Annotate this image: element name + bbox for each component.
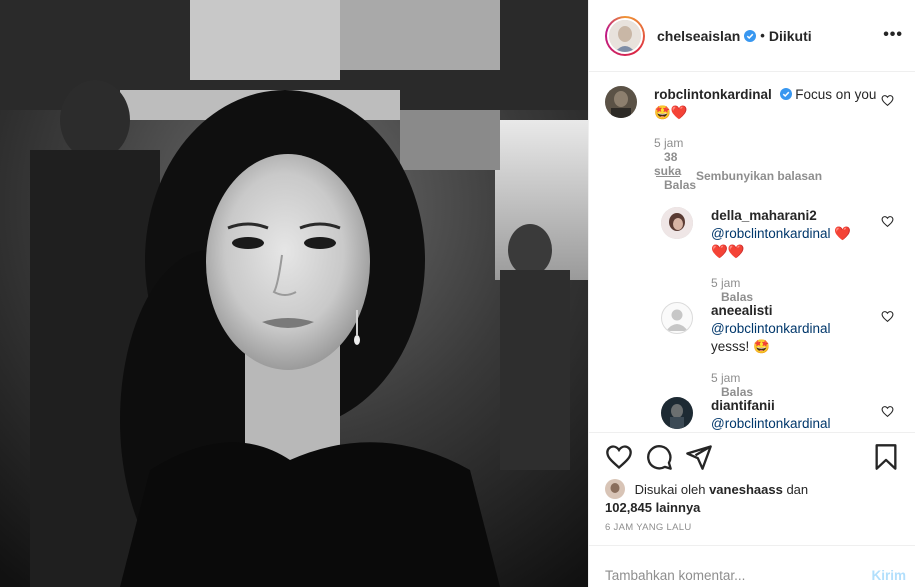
replier-avatar[interactable]: [661, 302, 693, 334]
comment-input[interactable]: Tambahkan komentar...: [605, 568, 745, 583]
add-comment-bar: Tambahkan komentar... Kirim: [589, 545, 915, 587]
comment-time[interactable]: 5 jam: [654, 136, 683, 150]
verified-badge-icon: [779, 88, 792, 100]
likes-middle: dan: [786, 482, 809, 497]
comment-icon[interactable]: [645, 443, 673, 471]
replier-username[interactable]: diantifanii: [711, 398, 775, 413]
likes-count[interactable]: 102,845 lainnya: [605, 500, 700, 515]
replier-avatar[interactable]: [661, 207, 693, 239]
reply-text: ❤️: [834, 226, 852, 241]
reply-time[interactable]: 5 jam: [711, 276, 740, 290]
author-username[interactable]: chelseaislan: [657, 28, 740, 44]
instagram-post: chelseaislan • Diikuti ••• robclintonkar…: [0, 0, 915, 587]
follow-status-button[interactable]: Diikuti: [769, 28, 812, 44]
commenter-avatar-image: [605, 86, 637, 118]
more-options-icon[interactable]: •••: [883, 26, 903, 44]
liker-username[interactable]: vaneshaass: [709, 482, 783, 497]
post-photo[interactable]: [0, 0, 588, 587]
replier-avatar-image: [661, 207, 693, 239]
share-icon[interactable]: [685, 443, 713, 471]
default-avatar-icon: [666, 309, 688, 331]
heart-icon[interactable]: [605, 443, 633, 471]
reply-like-heart-icon[interactable]: [881, 310, 894, 323]
hide-replies-button[interactable]: Sembunyikan balasan: [656, 169, 822, 183]
hide-replies-label: Sembunyikan balasan: [696, 169, 823, 183]
post-timestamp[interactable]: 6 JAM YANG LALU: [605, 522, 692, 533]
reply-like-heart-icon[interactable]: [881, 215, 894, 228]
reply-mention[interactable]: @robclintonkardinal: [711, 416, 831, 431]
comment-emoji: 🤩❤️: [654, 105, 688, 120]
replier-avatar[interactable]: [661, 397, 693, 429]
replier-avatar-image: [661, 397, 693, 429]
comments-section[interactable]: robclintonkardinal Focus on you 🤩❤️ 5 ja…: [589, 72, 915, 432]
commenter-avatar[interactable]: [605, 86, 637, 118]
replier-username[interactable]: aneealisti: [711, 303, 773, 318]
portrait-image: [0, 0, 588, 587]
post-sidebar: chelseaislan • Diikuti ••• robclintonkar…: [588, 0, 915, 587]
liker-avatar[interactable]: [605, 479, 625, 499]
post-comment-button[interactable]: Kirim: [871, 568, 906, 583]
post-header: chelseaislan • Diikuti •••: [589, 0, 915, 72]
action-bar: [589, 432, 915, 482]
comment-like-heart-icon[interactable]: [881, 94, 894, 107]
commenter-username[interactable]: robclintonkardinal: [654, 87, 772, 102]
author-avatar[interactable]: [605, 15, 645, 56]
reply-text-line2: ❤️❤️: [711, 244, 745, 259]
likes-summary: Disukai oleh vaneshaass dan 102,845 lain…: [605, 479, 905, 517]
reply-like-heart-icon[interactable]: [881, 405, 894, 418]
likes-prefix: Disukai oleh: [634, 482, 706, 497]
reply-mention[interactable]: @robclintonkardinal: [711, 226, 831, 241]
verified-badge-icon: [744, 29, 757, 42]
reply-text-line2: yesss! 🤩: [711, 339, 770, 354]
bookmark-icon[interactable]: [872, 443, 900, 471]
hide-replies-line: [656, 175, 680, 177]
replier-username[interactable]: della_maharani2: [711, 208, 817, 223]
reply-time[interactable]: 5 jam: [711, 371, 740, 385]
reply-mention[interactable]: @robclintonkardinal: [711, 321, 831, 336]
header-separator: •: [760, 28, 765, 43]
author-avatar-image: [609, 19, 641, 52]
comment-text: Focus on you: [795, 87, 877, 102]
